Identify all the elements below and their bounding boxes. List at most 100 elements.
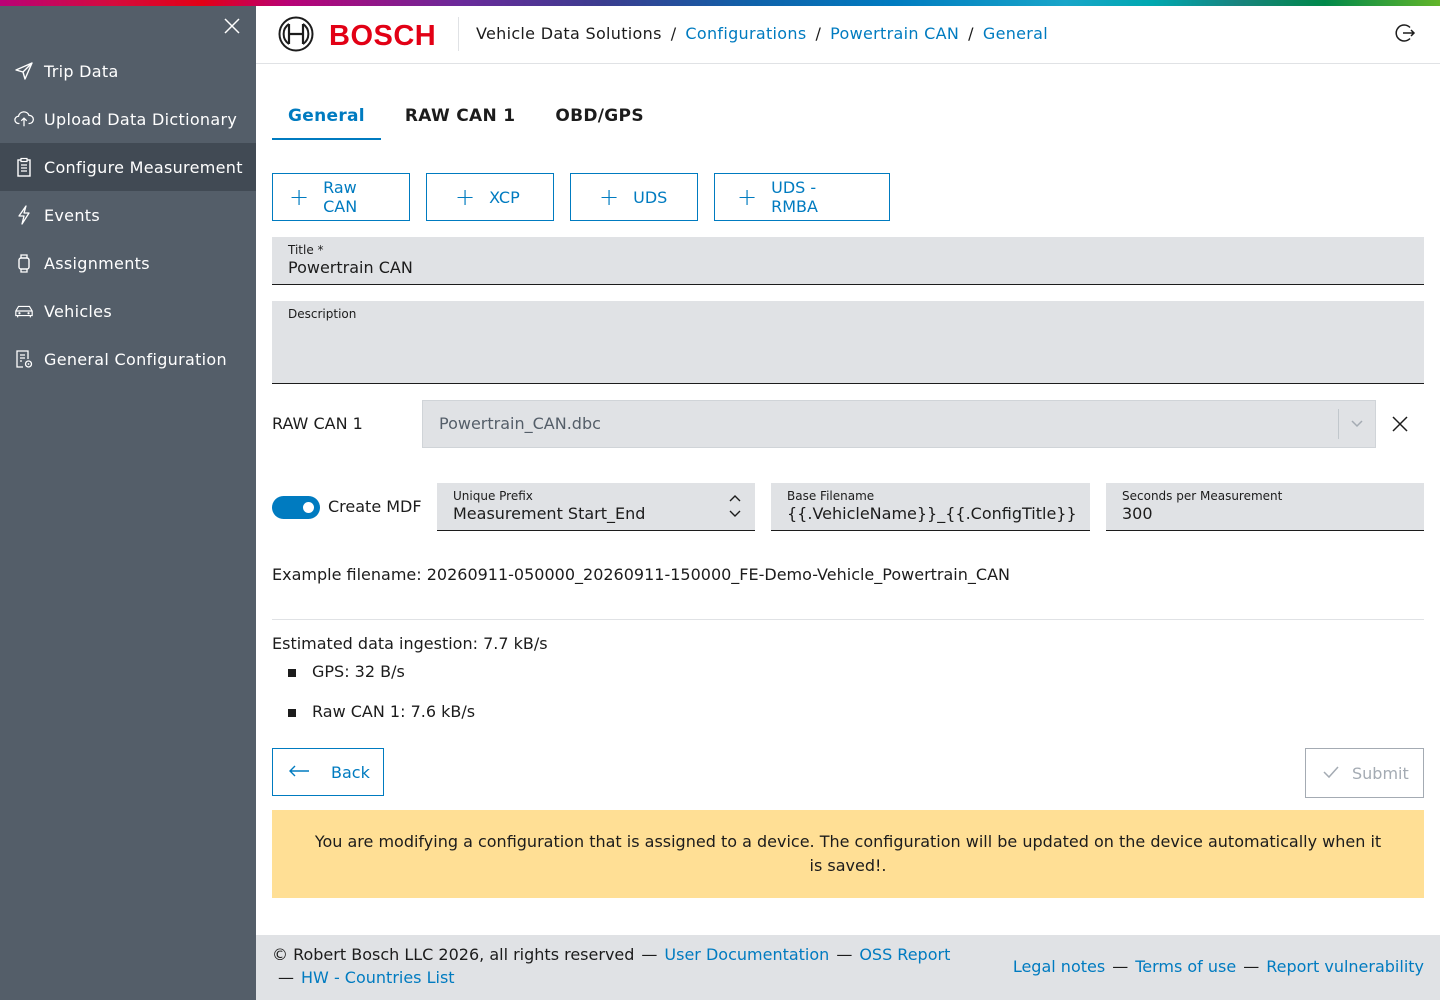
breadcrumb-link-powertrain-can[interactable]: Powertrain CAN (830, 24, 959, 43)
button-label: XCP (489, 187, 520, 207)
hw-countries-list-link[interactable]: HW - Countries List (301, 968, 455, 987)
raw-can-label: RAW CAN 1 (272, 414, 363, 433)
user-documentation-link[interactable]: User Documentation (664, 945, 829, 964)
tab-obd-gps[interactable]: OBD/GPS (539, 102, 660, 140)
back-button[interactable]: Back (272, 748, 384, 796)
plus-icon: + (455, 183, 476, 211)
breadcrumb-separator: / (815, 24, 822, 43)
sidebar-item-label: Assignments (44, 253, 150, 273)
raw-can-dbc-select[interactable]: Powertrain_CAN.dbc (422, 400, 1376, 448)
footer: © Robert Bosch LLC 2026, all rights rese… (256, 935, 1440, 1000)
estimated-ingestion-title: Estimated data ingestion: 7.7 kB/s (272, 634, 548, 653)
logout-icon[interactable] (1393, 21, 1417, 45)
plus-icon: + (737, 183, 758, 211)
send-icon (14, 61, 34, 81)
breadcrumb-link-configurations[interactable]: Configurations (685, 24, 806, 43)
select-arrows-icon (727, 493, 743, 519)
bosch-logo[interactable]: BOSCH (278, 16, 436, 56)
tab-bar: General RAW CAN 1 OBD/GPS (272, 102, 668, 140)
sidebar-item-trip-data[interactable]: Trip Data (0, 47, 256, 95)
sidebar: Trip Data Upload Data Dictionary Configu… (0, 6, 256, 1000)
title-value: Powertrain CAN (288, 258, 413, 277)
app-header: BOSCH Vehicle Data Solutions / Configura… (256, 6, 1440, 64)
cloud-upload-icon (14, 109, 34, 129)
sidebar-item-label: Upload Data Dictionary (44, 109, 238, 129)
submit-button[interactable]: Submit (1305, 748, 1424, 798)
breadcrumb-separator: / (670, 24, 677, 43)
tab-general[interactable]: General (272, 102, 381, 140)
breadcrumb: Vehicle Data Solutions / Configurations … (476, 24, 1048, 43)
footer-separator: — (1112, 957, 1129, 976)
plus-icon: + (289, 183, 310, 211)
footer-right-links: Legal notes — Terms of use — Report vulnerab… (1013, 957, 1424, 976)
lightning-icon (14, 205, 34, 225)
seconds-per-measurement-value: 300 (1122, 504, 1153, 523)
section-divider (272, 619, 1424, 620)
sidebar-item-label: Configure Measurement (44, 157, 243, 177)
sidebar-item-label: Events (44, 205, 100, 225)
legal-notes-link[interactable]: Legal notes (1013, 957, 1105, 976)
sidebar-item-upload-data-dictionary[interactable]: Upload Data Dictionary (0, 95, 256, 143)
description-field[interactable]: Description (272, 301, 1424, 384)
title-label: Title * (288, 243, 324, 257)
unique-prefix-label: Unique Prefix (453, 489, 533, 503)
checkmark-icon (1322, 764, 1340, 783)
button-label: Submit (1352, 763, 1409, 783)
breadcrumb-link-general[interactable]: General (983, 24, 1048, 43)
notice-text: You are modifying a configuration that i… (314, 832, 1382, 875)
clipboard-icon (14, 157, 34, 177)
header-divider (458, 17, 459, 51)
footer-separator: — (836, 945, 853, 964)
add-raw-can-button[interactable]: + Raw CAN (272, 173, 410, 221)
remove-raw-can-icon[interactable] (1388, 412, 1412, 436)
create-mdf-toggle[interactable] (272, 496, 320, 519)
sidebar-item-assignments[interactable]: Assignments (0, 239, 256, 287)
footer-separator: — (278, 968, 294, 987)
button-label: Raw CAN (323, 178, 358, 216)
list-item-text: Raw CAN 1: 7.6 kB/s (312, 702, 476, 721)
add-uds-rmba-button[interactable]: + UDS - RMBA (714, 173, 890, 221)
base-filename-value: {{.VehicleName}}_{{.ConfigTitle}} (787, 504, 1077, 523)
toggle-knob (303, 502, 314, 513)
list-item-text: GPS: 32 B/s (312, 662, 405, 681)
unique-prefix-select[interactable]: Unique Prefix Measurement Start_End (437, 483, 755, 531)
create-mdf-label: Create MDF (328, 497, 422, 516)
example-filename: Example filename: 20260911-050000_202609… (272, 565, 1010, 584)
sidebar-item-label: Vehicles (44, 301, 112, 321)
title-field[interactable]: Title * Powertrain CAN (272, 237, 1424, 285)
button-label: UDS - RMBA (771, 178, 818, 216)
sidebar-item-configure-measurement[interactable]: Configure Measurement (0, 143, 256, 191)
sidebar-item-vehicles[interactable]: Vehicles (0, 287, 256, 335)
add-xcp-button[interactable]: + XCP (426, 173, 554, 221)
base-filename-label: Base Filename (787, 489, 875, 503)
breadcrumb-separator: / (968, 24, 974, 43)
close-icon[interactable] (220, 14, 244, 38)
sidebar-item-general-configuration[interactable]: General Configuration (0, 335, 256, 383)
warning-notice: You are modifying a configuration that i… (272, 810, 1424, 898)
bullet-square (288, 709, 296, 717)
footer-separator: — (641, 945, 658, 964)
button-label: Back (331, 762, 370, 782)
sidebar-item-events[interactable]: Events (0, 191, 256, 239)
watch-icon (14, 253, 34, 273)
button-label: UDS (633, 187, 668, 207)
add-uds-button[interactable]: + UDS (570, 173, 698, 221)
unique-prefix-value: Measurement Start_End (453, 504, 646, 523)
bosch-armature-icon (278, 16, 314, 56)
base-filename-field[interactable]: Base Filename {{.VehicleName}}_{{.Config… (771, 483, 1090, 531)
report-vulnerability-link[interactable]: Report vulnerability (1266, 957, 1424, 976)
seconds-per-measurement-label: Seconds per Measurement (1122, 489, 1283, 503)
breadcrumb-root: Vehicle Data Solutions (476, 24, 662, 43)
oss-report-link[interactable]: OSS Report (859, 945, 950, 964)
description-label: Description (288, 307, 357, 321)
brand-wordmark: BOSCH (329, 19, 437, 52)
add-source-buttons: + Raw CAN + XCP + UDS + UDS - RMBA (272, 173, 906, 221)
chevron-down-icon[interactable] (1349, 415, 1365, 431)
footer-left-line-2: — HW - Countries List (278, 968, 455, 987)
copyright-text: © Robert Bosch LLC 2026, all rights rese… (272, 945, 635, 964)
list-item: Raw CAN 1: 7.6 kB/s (288, 702, 475, 742)
terms-of-use-link[interactable]: Terms of use (1135, 957, 1236, 976)
seconds-per-measurement-field[interactable]: Seconds per Measurement 300 (1106, 483, 1424, 531)
sidebar-item-label: Trip Data (44, 61, 119, 81)
tab-raw-can-1[interactable]: RAW CAN 1 (389, 102, 531, 140)
